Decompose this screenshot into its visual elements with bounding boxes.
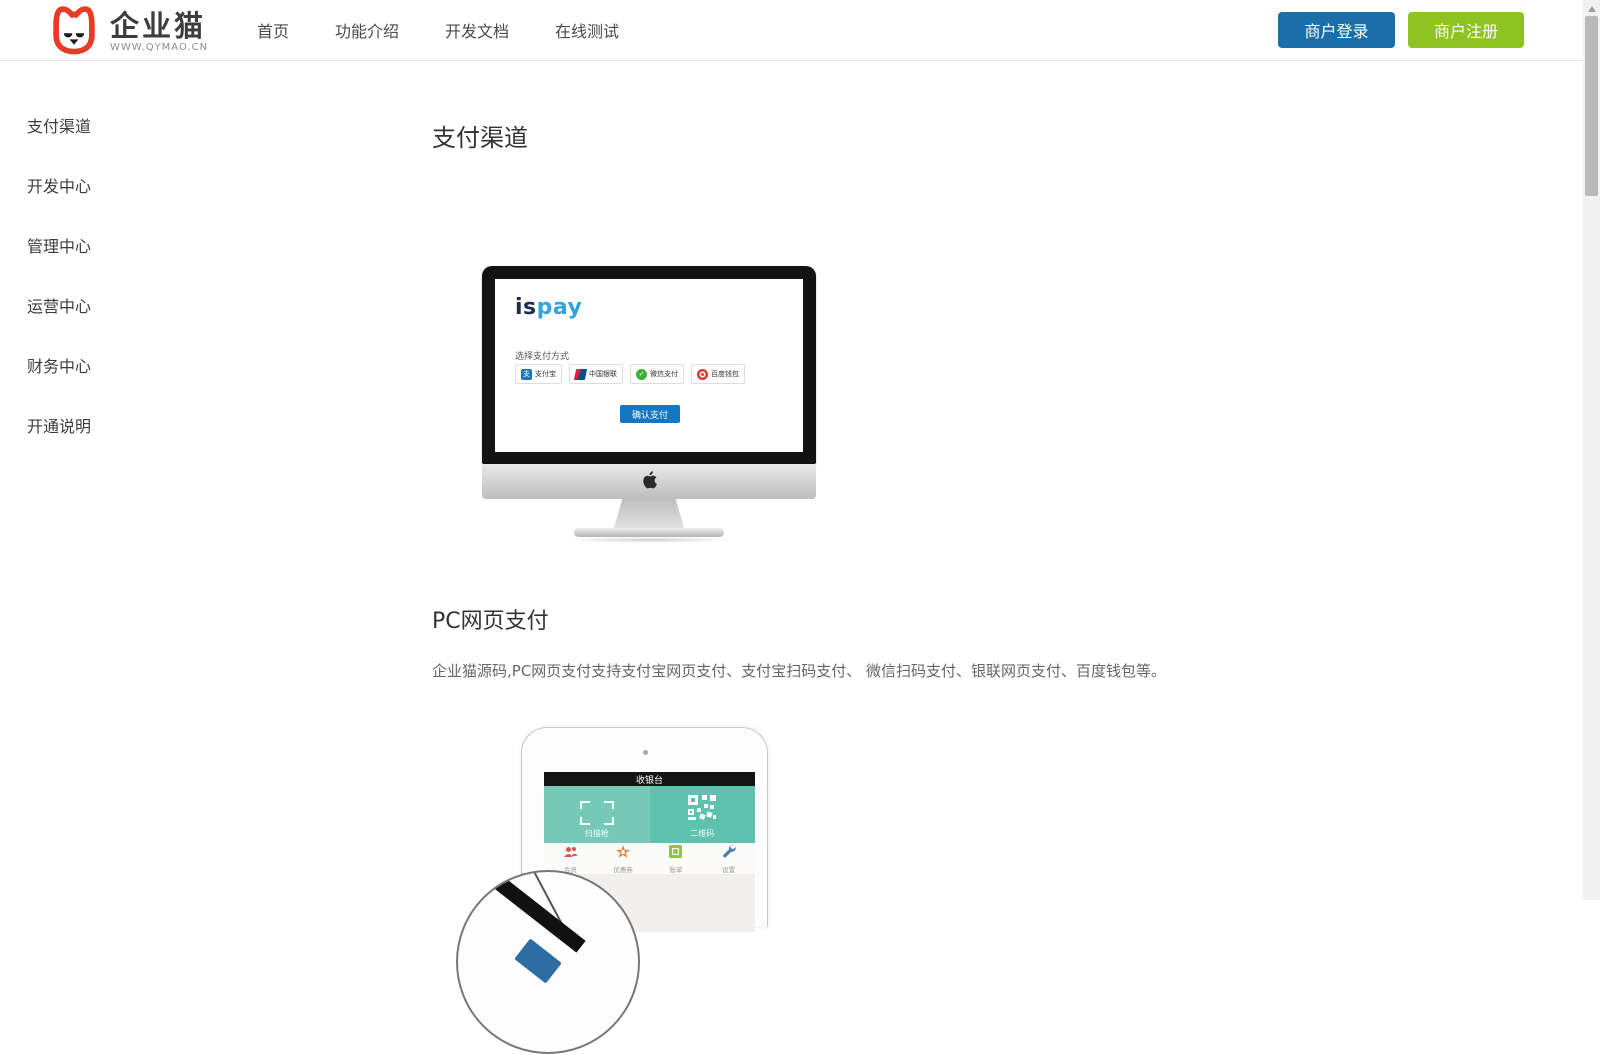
choose-payment-label: 选择支付方式 [515,349,569,362]
brand-text: 企业猫 WWW.QYMAO.CN [110,11,208,53]
magnifier-circle [456,870,640,1054]
confirm-pay-button: 确认支付 [620,405,680,423]
wrench-icon [721,843,736,862]
cashier-titlebar: 收银台 [544,772,755,786]
page-title: 支付渠道 [432,118,528,153]
toolbar-coupon: 优惠券 [597,843,650,874]
qrcode-icon [688,795,716,825]
member-people-icon [563,843,578,862]
main-nav: 首页 功能介绍 开发文档 在线测试 [257,0,619,60]
payment-option-unionpay: 中国银联 [569,364,623,384]
scrollbar-thumb[interactable] [1585,16,1598,196]
imac-frame: ispay 选择支付方式 支 支付宝 中国银联 ✓ 微信支付 百度钱包 [482,266,816,464]
baidu-wallet-icon [697,369,708,380]
nav-item-docs[interactable]: 开发文档 [445,18,509,42]
nav-item-online-test[interactable]: 在线测试 [555,18,619,42]
sidebar-item-pay-channels[interactable]: 支付渠道 [27,97,207,157]
ispay-logo: ispay [515,295,582,320]
nav-item-home[interactable]: 首页 [257,18,289,42]
tablet-camera-dot [643,750,648,755]
merchant-register-button[interactable]: 商户注册 [1408,12,1524,48]
cashier-toolbar: 会员 优惠券 账单 [544,843,755,874]
vertical-scrollbar[interactable] [1583,0,1600,900]
bill-icon [669,843,682,862]
scrollbar-up-arrow-icon[interactable] [1583,2,1600,16]
coupon-star-icon [616,843,630,862]
sidebar-item-activation-guide[interactable]: 开通说明 [27,397,207,457]
section-description: 企业猫源码,PC网页支付支持支付宝网页支付、支付宝扫码支付、 微信扫码支付、银联… [432,660,1166,681]
toolbar-settings: 设置 [702,843,755,874]
card-body [514,938,562,983]
cat-logo-icon [48,4,100,60]
imac-stand [613,499,685,531]
scan-gun-panel: 扫描枪 [544,786,650,843]
nav-item-features[interactable]: 功能介绍 [335,18,399,42]
section-title: PC网页支付 [432,603,549,635]
scan-frame-icon [580,801,614,825]
sidebar: 支付渠道 开发中心 管理中心 运营中心 财务中心 开通说明 [27,97,207,457]
unionpay-icon [574,369,587,380]
brand-name: 企业猫 [110,11,208,41]
cashier-panels: 扫描枪 二维码 [544,786,755,843]
sidebar-item-operation-center[interactable]: 运营中心 [27,277,207,337]
card-stripe [456,870,586,953]
apple-logo-icon [642,471,657,493]
payment-option-baidu: 百度钱包 [691,364,745,384]
payment-option-alipay: 支 支付宝 [515,364,562,384]
sidebar-item-admin-center[interactable]: 管理中心 [27,217,207,277]
toolbar-bill: 账单 [650,843,703,874]
imac-illustration: ispay 选择支付方式 支 支付宝 中国银联 ✓ 微信支付 百度钱包 [482,266,816,546]
imac-chin [482,464,816,499]
imac-shadow [564,537,734,543]
merchant-login-button[interactable]: 商户登录 [1278,12,1395,48]
qrcode-panel: 二维码 [650,786,756,843]
alipay-icon: 支 [521,369,532,380]
brand-domain: WWW.QYMAO.CN [110,42,208,53]
header: 企业猫 WWW.QYMAO.CN 首页 功能介绍 开发文档 在线测试 商户登录 … [0,0,1600,61]
sidebar-item-finance-center[interactable]: 财务中心 [27,337,207,397]
payment-methods-row: 支 支付宝 中国银联 ✓ 微信支付 百度钱包 [515,364,745,384]
payment-option-wechat: ✓ 微信支付 [630,364,684,384]
wechat-pay-icon: ✓ [636,369,647,380]
brand-logo[interactable]: 企业猫 WWW.QYMAO.CN [48,4,208,60]
sidebar-item-dev-center[interactable]: 开发中心 [27,157,207,217]
imac-base [574,528,724,537]
imac-screen: ispay 选择支付方式 支 支付宝 中国银联 ✓ 微信支付 百度钱包 [495,279,803,452]
